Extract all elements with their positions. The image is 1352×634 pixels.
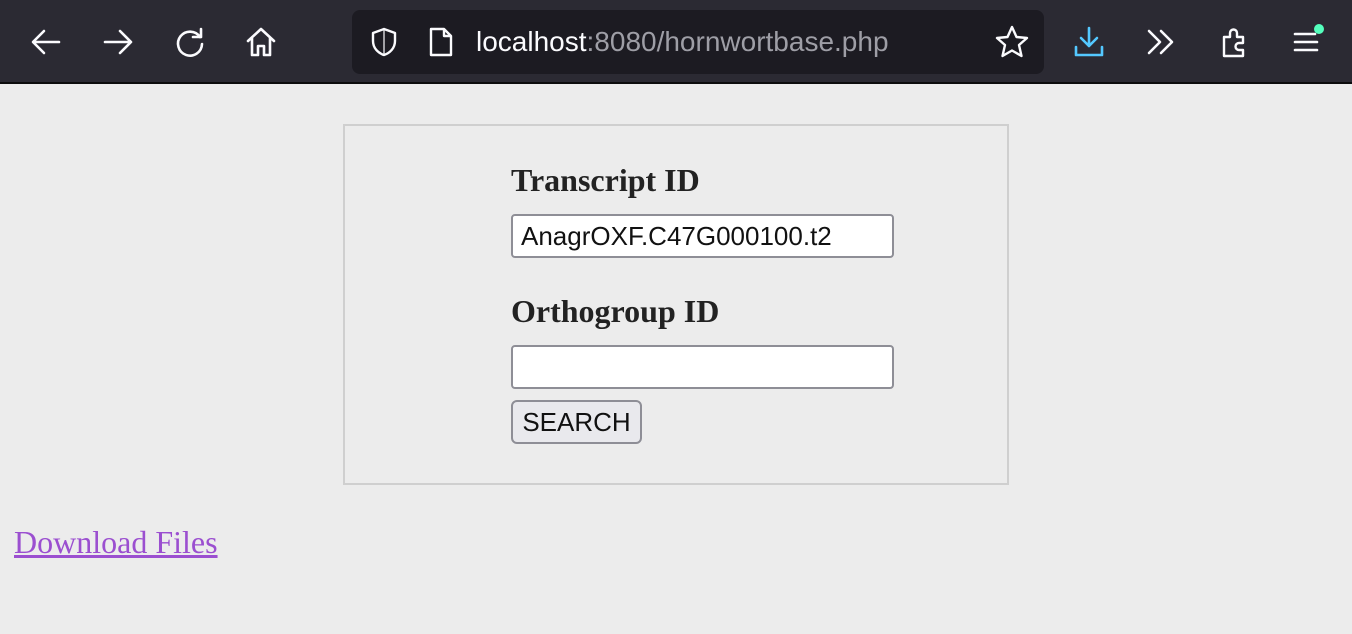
extensions-button[interactable]	[1215, 22, 1255, 62]
transcript-id-label: Transcript ID	[511, 162, 700, 198]
forward-button[interactable]	[98, 22, 138, 62]
downloads-button[interactable]	[1069, 22, 1109, 62]
bookmark-star-icon[interactable]	[994, 24, 1030, 60]
forward-arrow-icon	[103, 29, 133, 55]
orthogroup-id-label: Orthogroup ID	[511, 293, 720, 329]
page-content: Transcript ID Orthogroup ID SEARCH Downl…	[0, 84, 1352, 634]
url-host: localhost	[476, 26, 587, 57]
reload-button[interactable]	[170, 22, 210, 62]
url-text[interactable]: localhost:8080/hornwortbase.php	[476, 10, 889, 74]
extensions-icon	[1222, 28, 1245, 58]
back-arrow-icon	[31, 29, 61, 55]
overflow-button[interactable]	[1141, 22, 1181, 62]
search-form: Transcript ID Orthogroup ID SEARCH	[343, 124, 1009, 485]
orthogroup-id-input[interactable]	[511, 345, 894, 389]
back-button[interactable]	[26, 22, 66, 62]
downloads-icon	[1074, 26, 1104, 57]
transcript-id-input[interactable]	[511, 214, 894, 258]
home-button[interactable]	[241, 22, 281, 62]
overflow-chevrons-icon	[1147, 29, 1174, 55]
update-badge	[1314, 24, 1324, 34]
download-files-link[interactable]: Download Files	[14, 524, 218, 561]
menu-button[interactable]	[1286, 22, 1326, 62]
address-bar[interactable]: localhost:8080/hornwortbase.php	[352, 10, 1044, 74]
url-path: :8080/hornwortbase.php	[586, 26, 889, 57]
page-icon[interactable]	[426, 26, 456, 58]
browser-toolbar: localhost:8080/hornwortbase.php	[0, 0, 1352, 84]
home-icon	[246, 27, 276, 57]
search-button[interactable]: SEARCH	[511, 400, 642, 444]
shield-icon[interactable]	[368, 26, 400, 58]
reload-icon	[176, 27, 204, 57]
